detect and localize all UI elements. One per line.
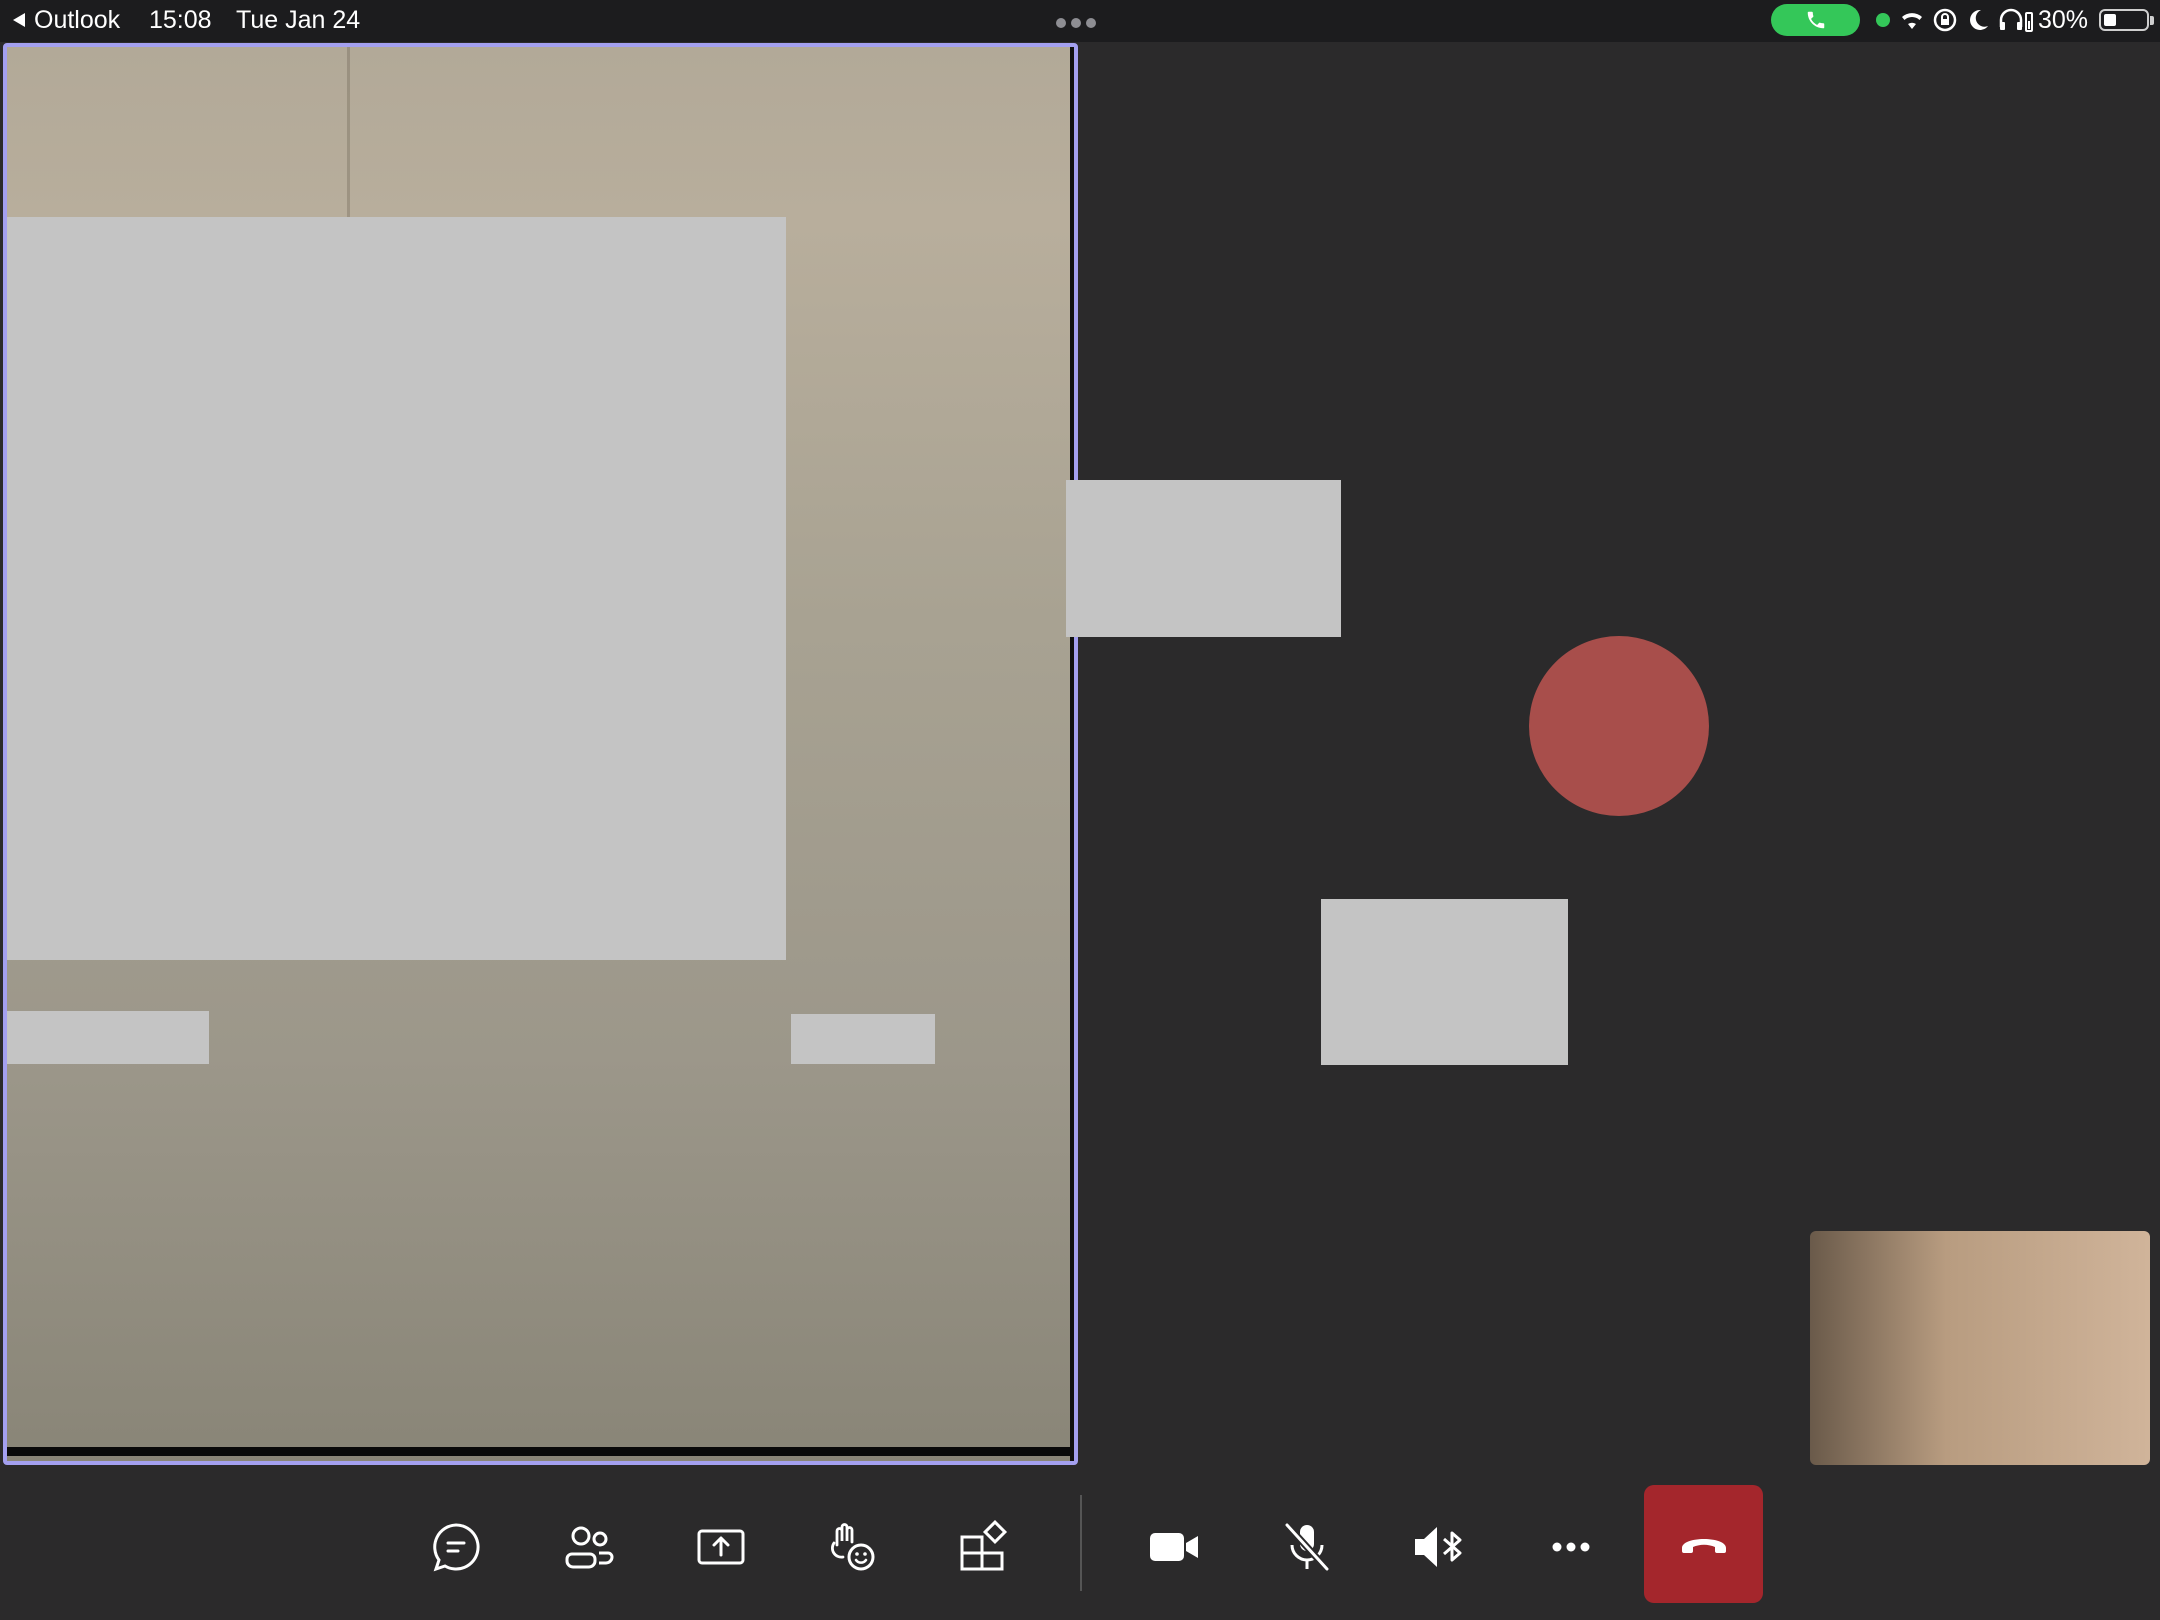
back-app-label: Outlook [34, 5, 121, 34]
do-not-disturb-moon-icon [1970, 9, 1988, 30]
audio-output-button[interactable] [1389, 1497, 1489, 1597]
self-video-preview[interactable] [1810, 1231, 2150, 1465]
microphone-toggle-button[interactable] [1257, 1497, 1357, 1597]
status-time: 15:08 [149, 6, 212, 34]
leave-call-icon [1681, 1539, 1726, 1553]
chat-icon [433, 1523, 480, 1572]
battery-icon [2099, 9, 2149, 31]
chat-button[interactable] [406, 1497, 506, 1597]
more-icon [1552, 1542, 1590, 1552]
toolbar-divider [1080, 1495, 1082, 1591]
redacted-avatar-initials [1066, 480, 1341, 637]
status-bar: Outlook 15:08 Tue Jan 24 30% [0, 0, 2160, 42]
headphones-battery-icon [1999, 8, 2033, 32]
redacted-name-label [7, 1011, 209, 1064]
rotation-lock-icon [1933, 8, 1957, 32]
speaker-bluetooth-icon [1415, 1527, 1462, 1567]
redacted-self-preview [1321, 899, 1568, 1065]
active-call-indicator[interactable] [1771, 4, 1860, 36]
redacted-video-region [7, 217, 786, 960]
leave-call-button[interactable] [1644, 1485, 1763, 1603]
share-screen-button[interactable] [671, 1497, 771, 1597]
battery-percent: 30% [2038, 6, 2089, 34]
back-to-app-link[interactable]: Outlook [12, 4, 120, 36]
share-screen-icon [697, 1529, 745, 1565]
camera-toggle-button[interactable] [1124, 1497, 1224, 1597]
phone-icon [1807, 11, 1824, 29]
participants-button[interactable] [539, 1497, 639, 1597]
participants-icon [565, 1526, 614, 1569]
apps-button[interactable] [934, 1497, 1034, 1597]
participant-avatar[interactable] [1529, 636, 1709, 816]
apps-icon [960, 1519, 1008, 1571]
mic-muted-icon [1284, 1522, 1330, 1572]
redacted-participant-name [791, 1014, 935, 1064]
status-date: Tue Jan 24 [236, 6, 361, 34]
camera-icon [1150, 1533, 1198, 1561]
camera-in-use-dot [1876, 13, 1890, 27]
more-options-button[interactable] [1521, 1497, 1621, 1597]
wifi-icon [1902, 13, 1922, 29]
reactions-icon [831, 1523, 875, 1571]
reactions-button[interactable] [803, 1497, 903, 1597]
multitasking-menu[interactable] [1056, 18, 1096, 28]
back-arrow-icon [13, 13, 25, 27]
